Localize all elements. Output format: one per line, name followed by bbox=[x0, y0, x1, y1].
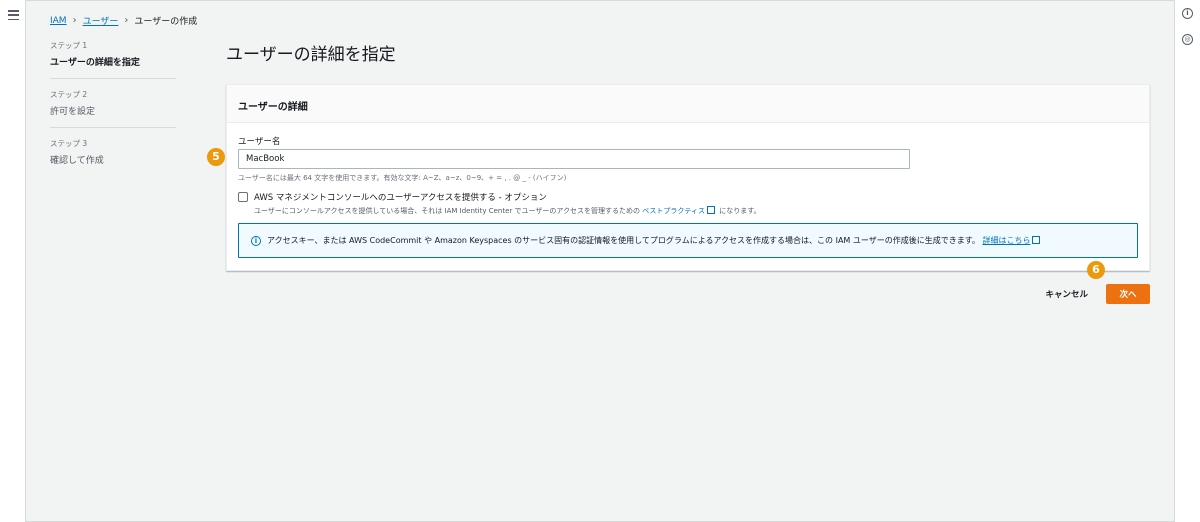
breadcrumb-current: ユーザーの作成 bbox=[134, 17, 198, 27]
chevron-right-icon: › bbox=[124, 15, 129, 26]
cancel-button[interactable]: キャンセル bbox=[1045, 284, 1088, 304]
settings-icon[interactable]: ◎ bbox=[1182, 34, 1193, 45]
wizard-steps: ステップ 1 ユーザーの詳細を指定 ステップ 2 許可を設定 ステップ 3 確認… bbox=[50, 40, 176, 186]
menu-icon[interactable] bbox=[8, 10, 19, 20]
step-annotation-badge: 5 bbox=[207, 148, 225, 166]
console-access-label[interactable]: AWS マネジメントコンソールへのユーザーアクセスを提供する - オプション bbox=[254, 191, 761, 203]
console-desc-prefix: ユーザーにコンソールアクセスを提供している場合、それは IAM Identity… bbox=[254, 207, 640, 215]
next-button[interactable]: 次へ bbox=[1106, 284, 1150, 304]
panel-header: ユーザーの詳細 bbox=[227, 85, 1149, 123]
info-icon[interactable]: i bbox=[1182, 8, 1193, 19]
info-alert: i アクセスキー、または AWS CodeCommit や Amazon Key… bbox=[238, 223, 1138, 258]
info-alert-text: アクセスキー、または AWS CodeCommit や Amazon Keysp… bbox=[267, 235, 1042, 246]
username-input[interactable] bbox=[238, 149, 910, 169]
step-label: ユーザーの詳細を指定 bbox=[50, 58, 140, 68]
step-1: ステップ 1 ユーザーの詳細を指定 bbox=[50, 40, 176, 79]
step-2: ステップ 2 許可を設定 bbox=[50, 89, 176, 128]
best-practice-link[interactable]: ベストプラクティス bbox=[642, 207, 705, 215]
wizard-actions: キャンセル 次へ bbox=[1045, 284, 1150, 304]
breadcrumb: IAM › ユーザー › ユーザーの作成 bbox=[50, 14, 197, 27]
info-message: アクセスキー、または AWS CodeCommit や Amazon Keysp… bbox=[267, 236, 980, 245]
chevron-right-icon: › bbox=[72, 15, 77, 26]
left-navigation-rail bbox=[0, 0, 26, 522]
info-icon: i bbox=[251, 235, 261, 246]
user-details-panel: ユーザーの詳細 ユーザー名 ユーザー名には最大 64 文字を使用できます。有効な… bbox=[226, 84, 1150, 271]
step-number: ステップ 3 bbox=[50, 139, 88, 148]
learn-more-link[interactable]: 詳細はこちら bbox=[982, 236, 1030, 245]
console-desc-suffix: になります。 bbox=[719, 207, 761, 215]
breadcrumb-users[interactable]: ユーザー bbox=[83, 14, 119, 27]
console-access-option: AWS マネジメントコンソールへのユーザーアクセスを提供する - オプション ユ… bbox=[238, 191, 761, 216]
step-annotation-badge: 6 bbox=[1087, 261, 1105, 279]
step-number: ステップ 2 bbox=[50, 90, 88, 99]
external-link-icon[interactable] bbox=[706, 206, 715, 214]
right-tools-rail: i ◎ bbox=[1174, 0, 1200, 522]
step-number: ステップ 1 bbox=[50, 41, 88, 50]
page-title: ユーザーの詳細を指定 bbox=[226, 45, 396, 65]
step-label: 許可を設定 bbox=[50, 107, 96, 117]
step-label: 確認して作成 bbox=[50, 156, 104, 166]
username-help: ユーザー名には最大 64 文字を使用できます。有効な文字: A~Z、a~z、0~… bbox=[238, 174, 567, 182]
external-link-icon[interactable] bbox=[1032, 236, 1041, 244]
breadcrumb-iam[interactable]: IAM bbox=[50, 16, 67, 26]
step-3: ステップ 3 確認して作成 bbox=[50, 138, 176, 176]
console-access-description: ユーザーにコンソールアクセスを提供している場合、それは IAM Identity… bbox=[254, 206, 761, 216]
username-label: ユーザー名 bbox=[238, 137, 281, 147]
console-access-checkbox[interactable] bbox=[238, 192, 248, 202]
